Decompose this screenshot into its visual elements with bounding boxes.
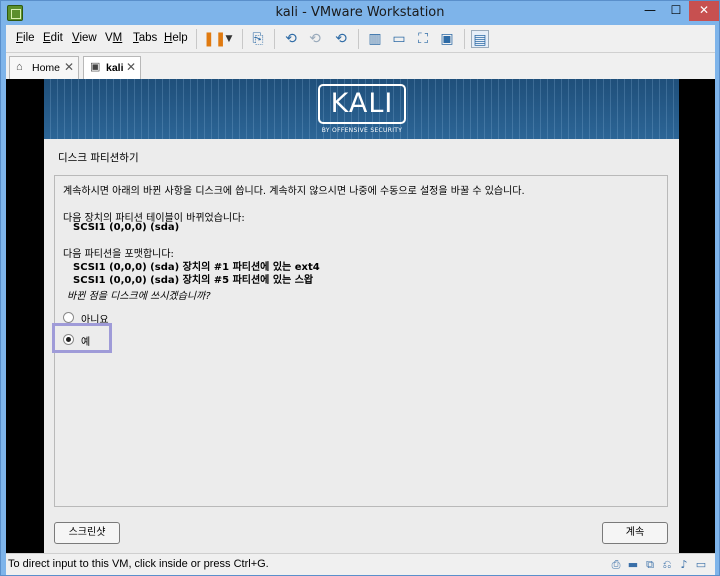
toolbar-separator [196, 29, 197, 49]
menu-toolbar: File Edit View VM Tabs Help ❚❚ ▼ ⎘ ⟲ ⟲ ⟲… [6, 25, 715, 53]
menu-edit[interactable]: Edit [43, 32, 63, 44]
snapshot-manager-icon[interactable]: ⟲ [332, 30, 350, 48]
menu-help[interactable]: Help [164, 32, 188, 44]
menu-file[interactable]: File [16, 32, 35, 44]
radio-no[interactable] [63, 312, 74, 323]
chevron-down-icon[interactable]: ▼ [220, 30, 238, 48]
menu-vm[interactable]: VM [105, 32, 122, 44]
kali-logo: KALI [318, 84, 406, 124]
radio-yes-label[interactable]: 예 [81, 333, 90, 348]
tab-home-close-icon[interactable]: ✕ [64, 60, 74, 74]
content-panel: 계속하시면 아래의 바뀐 사항을 디스크에 씁니다. 계속하지 않으시면 나중에… [52, 175, 668, 507]
toolbar-separator [242, 29, 243, 49]
toolbar-separator [274, 29, 275, 49]
vmware-window: kali - VMware Workstation — ☐ ✕ File Edi… [0, 0, 720, 576]
title-bar[interactable]: kali - VMware Workstation — ☐ ✕ [1, 1, 719, 25]
screenshot-button[interactable]: 스크린샷 [54, 522, 120, 544]
maximize-button[interactable]: ☐ [663, 1, 689, 21]
console-view-icon[interactable]: ▭ [390, 30, 408, 48]
library-view-icon[interactable]: ▥ [366, 30, 384, 48]
usb-icon[interactable]: ⎌ [660, 558, 674, 571]
tab-kali[interactable]: ▣ kali ✕ [83, 56, 141, 79]
sound-icon[interactable]: ♪ [677, 558, 691, 571]
toolbar-separator [358, 29, 359, 49]
format-item-2: SCSI1 (0,0,0) (sda) 장치의 #5 파티션에 있는 스왑 [73, 275, 314, 286]
continue-button[interactable]: 계속 [602, 522, 668, 544]
tab-bar: ⌂ Home ✕ ▣ kali ✕ [6, 53, 715, 79]
table-changed-device: SCSI1 (0,0,0) (sda) [73, 222, 180, 233]
toolbar-separator [464, 29, 465, 49]
status-text: To direct input to this VM, click inside… [8, 558, 269, 570]
pause-icon[interactable]: ❚❚ [203, 30, 226, 48]
revert-snapshot-icon[interactable]: ⟲ [306, 30, 324, 48]
display-icon[interactable]: ▭ [694, 558, 708, 571]
home-icon: ⌂ [16, 61, 23, 73]
printer-icon[interactable]: ⎙ [609, 558, 623, 571]
vm-icon: ▣ [90, 61, 101, 73]
section-title: 디스크 파티션하기 [58, 152, 139, 164]
tab-home[interactable]: ⌂ Home ✕ [9, 56, 79, 79]
vm-console[interactable]: KALI BY OFFENSIVE SECURITY 디스크 파티션하기 계속하… [6, 79, 715, 553]
kali-installer: KALI BY OFFENSIVE SECURITY 디스크 파티션하기 계속하… [44, 79, 679, 553]
unity-icon[interactable]: ▣ [438, 30, 456, 48]
menu-tabs[interactable]: Tabs [133, 32, 157, 44]
write-question: 바뀐 점을 디스크에 쓰시겠습니까? [67, 291, 211, 302]
minimize-button[interactable]: — [637, 1, 663, 21]
installer-banner: KALI BY OFFENSIVE SECURITY [44, 79, 679, 139]
fullscreen-icon[interactable]: ⛶ [414, 30, 432, 48]
intro-text: 계속하시면 아래의 바뀐 사항을 디스크에 씁니다. 계속하지 않으시면 나중에… [63, 186, 525, 197]
tab-kali-close-icon[interactable]: ✕ [126, 60, 136, 74]
send-keys-icon[interactable]: ⎘ [249, 30, 267, 48]
tab-kali-label: kali [106, 62, 124, 74]
menu-view[interactable]: View [72, 32, 97, 44]
window-title: kali - VMware Workstation [275, 5, 445, 20]
close-button[interactable]: ✕ [689, 1, 719, 21]
kali-tagline: BY OFFENSIVE SECURITY [321, 127, 403, 134]
network-icon[interactable]: ⧉ [643, 558, 657, 571]
snapshot-icon[interactable]: ⟲ [282, 30, 300, 48]
status-bar: To direct input to this VM, click inside… [6, 553, 715, 575]
thumbnail-view-icon[interactable]: ▤ [471, 30, 489, 48]
tab-home-label: Home [32, 62, 61, 74]
hard-disk-icon[interactable]: ▬ [626, 558, 640, 571]
radio-yes[interactable] [63, 334, 74, 345]
